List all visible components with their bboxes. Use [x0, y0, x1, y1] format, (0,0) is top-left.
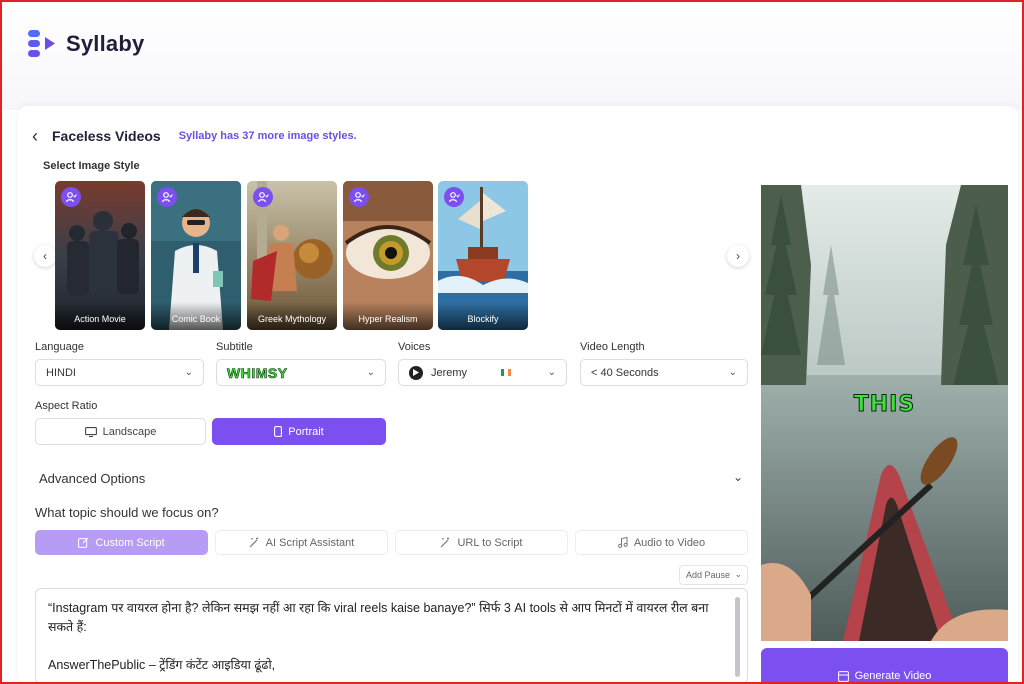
- style-card-label: Comic Book: [151, 302, 241, 330]
- portrait-label: Portrait: [288, 425, 324, 438]
- tab-label: AI Script Assistant: [265, 536, 355, 549]
- script-line: “Instagram पर वायरल होना है? लेकिन समझ न…: [48, 601, 709, 634]
- ireland-flag-icon: [501, 369, 511, 376]
- script-line: AnswerThePublic – ट्रेंडिंग कंटेंट आइडिय…: [48, 658, 276, 672]
- carousel-next-button[interactable]: ›: [727, 245, 749, 267]
- language-value: HINDI: [46, 366, 76, 379]
- generate-video-label: Generate Video: [854, 670, 932, 682]
- page-title: Faceless Videos: [52, 128, 161, 144]
- tab-label: Custom Script: [95, 536, 165, 549]
- carousel-prev-button[interactable]: ‹: [34, 245, 56, 267]
- style-card-comic-book[interactable]: Comic Book: [151, 181, 241, 330]
- edit-icon: [78, 537, 89, 548]
- add-pause-label: Add Pause: [686, 570, 731, 580]
- app-name: Syllaby: [66, 31, 145, 56]
- monitor-icon: [84, 426, 97, 437]
- style-card-label: Action Movie: [55, 302, 145, 330]
- advanced-options-toggle[interactable]: Advanced Options: [39, 471, 145, 486]
- tab-label: Audio to Video: [633, 536, 706, 549]
- tab-audio-to-video[interactable]: Audio to Video: [575, 530, 748, 555]
- generate-video-button[interactable]: Generate Video: [761, 648, 1008, 684]
- user-style-icon: [157, 187, 177, 207]
- back-arrow-icon[interactable]: ‹: [32, 127, 42, 145]
- style-card-label: Hyper Realism: [343, 302, 433, 330]
- user-style-icon: [61, 187, 81, 207]
- video-length-value: < 40 Seconds: [591, 366, 659, 379]
- music-note-icon: [617, 537, 628, 548]
- script-scrollbar[interactable]: [735, 597, 740, 677]
- voice-value: Jeremy: [431, 366, 468, 379]
- logo[interactable]: Syllaby: [26, 28, 144, 60]
- user-style-icon: [444, 187, 464, 207]
- topic-label: What topic should we focus on?: [35, 505, 219, 520]
- portrait-button[interactable]: Portrait: [212, 418, 386, 445]
- chevron-down-icon: ⌄: [728, 367, 737, 378]
- image-style-label: Select Image Style: [43, 160, 140, 172]
- landscape-button[interactable]: Landscape: [35, 418, 206, 445]
- video-length-select[interactable]: < 40 Seconds ⌄: [580, 359, 748, 386]
- page-header: ‹ Faceless Videos Syllaby has 37 more im…: [32, 127, 357, 145]
- promo-link[interactable]: Syllaby has 37 more image styles.: [179, 130, 357, 142]
- phone-icon: [274, 426, 283, 437]
- landscape-label: Landscape: [102, 425, 157, 438]
- tab-url-to-script[interactable]: URL to Script: [395, 530, 568, 555]
- video-length-label: Video Length: [580, 341, 645, 353]
- chevron-down-icon: ⌄: [547, 367, 556, 378]
- aspect-ratio-label: Aspect Ratio: [35, 400, 98, 412]
- chevron-right-icon: ›: [736, 249, 740, 263]
- subtitle-select[interactable]: WHIMSY ⌄: [216, 359, 386, 386]
- chevron-down-icon[interactable]: ⌄: [733, 470, 743, 484]
- magic-wand-icon: [441, 537, 450, 548]
- play-icon[interactable]: [409, 365, 423, 380]
- tab-ai-script-assistant[interactable]: AI Script Assistant: [215, 530, 388, 555]
- video-icon: [837, 671, 849, 682]
- user-style-icon: [253, 187, 273, 207]
- style-card-greek-mythology[interactable]: Greek Mythology: [247, 181, 337, 330]
- language-select[interactable]: HINDI ⌄: [35, 359, 204, 386]
- magic-wand-icon: [249, 537, 258, 548]
- style-card-hyper-realism[interactable]: Hyper Realism: [343, 181, 433, 330]
- style-card-blockify[interactable]: Blockify: [438, 181, 528, 330]
- subtitle-value: WHIMSY: [227, 364, 288, 381]
- tab-custom-script[interactable]: Custom Script: [35, 530, 208, 555]
- chevron-down-icon: ⌄: [184, 367, 193, 378]
- language-label: Language: [35, 341, 84, 353]
- video-preview[interactable]: THIS: [761, 185, 1008, 641]
- syllaby-logo-icon: [26, 28, 58, 60]
- chevron-down-icon: ⌄: [734, 569, 742, 579]
- voices-select[interactable]: Jeremy ⌄: [398, 359, 567, 386]
- preview-caption: THIS: [853, 392, 916, 418]
- tab-label: URL to Script: [457, 536, 523, 549]
- chevron-left-icon: ‹: [43, 249, 47, 263]
- voices-label: Voices: [398, 341, 431, 353]
- top-strip: [0, 0, 1024, 110]
- style-card-label: Blockify: [438, 302, 528, 330]
- script-textarea[interactable]: “Instagram पर वायरल होना है? लेकिन समझ न…: [35, 588, 748, 684]
- style-card-action-movie[interactable]: Action Movie: [55, 181, 145, 330]
- add-pause-select[interactable]: Add Pause ⌄: [679, 565, 748, 585]
- user-style-icon: [349, 187, 369, 207]
- style-card-label: Greek Mythology: [247, 302, 337, 330]
- chevron-down-icon: ⌄: [366, 367, 375, 378]
- subtitle-label: Subtitle: [216, 341, 253, 353]
